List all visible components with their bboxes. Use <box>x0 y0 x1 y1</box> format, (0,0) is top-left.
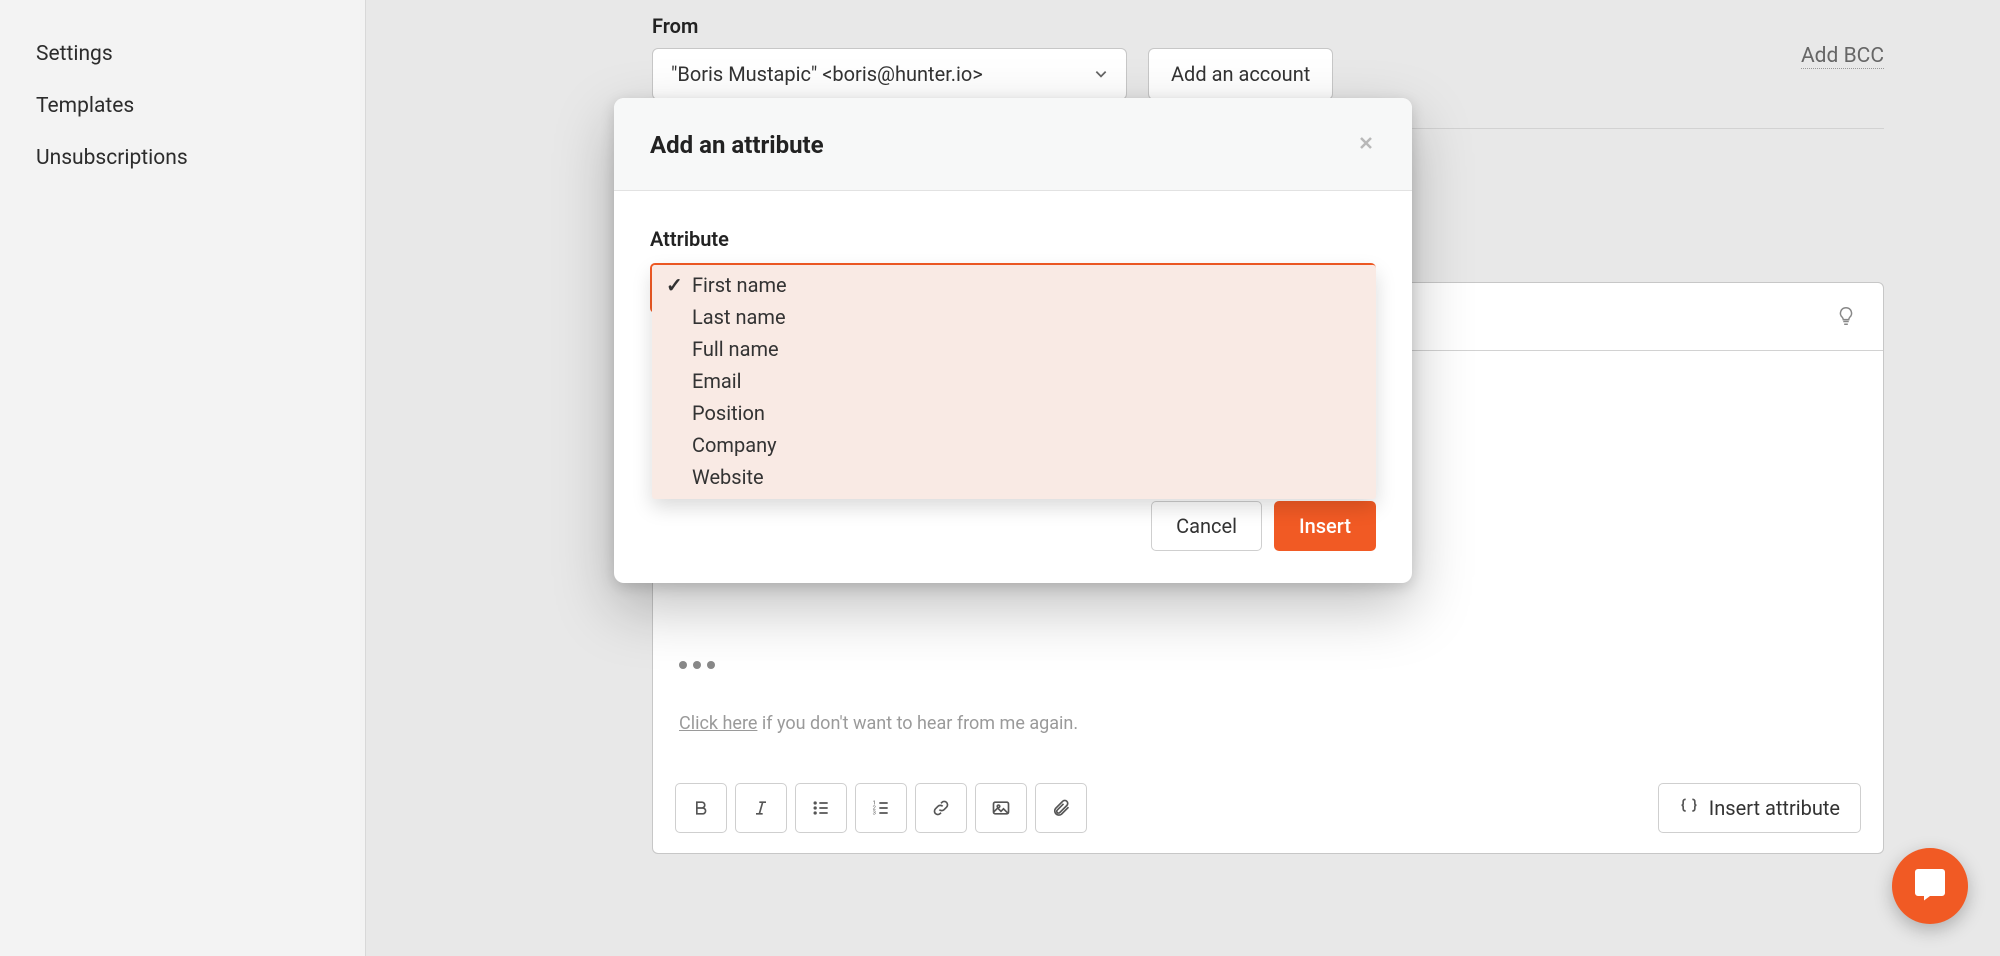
dropdown-option-full-name[interactable]: Full name <box>652 333 1376 365</box>
chat-widget-button[interactable] <box>1892 848 1968 924</box>
bold-button[interactable] <box>675 783 727 833</box>
braces-icon <box>1679 796 1699 821</box>
from-select[interactable]: "Boris Mustapic" <boris@hunter.io> <box>652 48 1127 100</box>
numbered-list-button[interactable]: 123 <box>855 783 907 833</box>
insert-attribute-button[interactable]: Insert attribute <box>1658 783 1861 833</box>
unsubscribe-text: if you don't want to hear from me again. <box>757 713 1078 734</box>
cancel-button[interactable]: Cancel <box>1151 501 1262 551</box>
attribute-select[interactable]: First name Last name Full name Email Pos… <box>650 263 1376 313</box>
attachment-button[interactable] <box>1035 783 1087 833</box>
italic-button[interactable] <box>735 783 787 833</box>
modal-title: Add an attribute <box>650 131 824 159</box>
image-button[interactable] <box>975 783 1027 833</box>
sidebar-item-settings[interactable]: Settings <box>0 28 365 80</box>
add-attribute-modal: Add an attribute Attribute First name La… <box>614 98 1412 583</box>
bullet-list-button[interactable] <box>795 783 847 833</box>
insert-attribute-label: Insert attribute <box>1709 796 1840 820</box>
from-label: From <box>652 14 698 38</box>
add-bcc-link[interactable]: Add BCC <box>1801 44 1884 69</box>
editor-toolbar: 123 Insert attribute <box>675 783 1861 833</box>
sidebar: Settings Templates Unsubscriptions <box>0 0 366 956</box>
from-value: "Boris Mustapic" <boris@hunter.io> <box>671 62 983 86</box>
dropdown-option-first-name[interactable]: First name <box>652 265 1376 301</box>
attribute-label: Attribute <box>650 227 1376 251</box>
insert-button[interactable]: Insert <box>1274 501 1376 551</box>
add-account-button[interactable]: Add an account <box>1148 48 1333 100</box>
link-button[interactable] <box>915 783 967 833</box>
dropdown-option-company[interactable]: Company <box>652 429 1376 461</box>
svg-text:3: 3 <box>873 811 876 817</box>
chat-icon <box>1912 866 1948 907</box>
attribute-dropdown: First name Last name Full name Email Pos… <box>652 265 1376 499</box>
modal-header: Add an attribute <box>614 98 1412 191</box>
modal-body: Attribute First name Last name Full name… <box>614 191 1412 333</box>
sidebar-item-templates[interactable]: Templates <box>0 80 365 132</box>
unsubscribe-link[interactable]: Click here <box>679 713 757 734</box>
unsubscribe-line: Click here if you don't want to hear fro… <box>679 713 1078 734</box>
close-icon[interactable] <box>1356 130 1376 160</box>
dropdown-option-position[interactable]: Position <box>652 397 1376 429</box>
lightbulb-icon[interactable] <box>1835 305 1857 332</box>
dropdown-option-website[interactable]: Website <box>652 461 1376 499</box>
chevron-down-icon <box>1094 62 1108 86</box>
dropdown-option-last-name[interactable]: Last name <box>652 301 1376 333</box>
dropdown-option-email[interactable]: Email <box>652 365 1376 397</box>
ellipsis-icon <box>679 661 715 669</box>
sidebar-item-unsubscriptions[interactable]: Unsubscriptions <box>0 132 365 184</box>
